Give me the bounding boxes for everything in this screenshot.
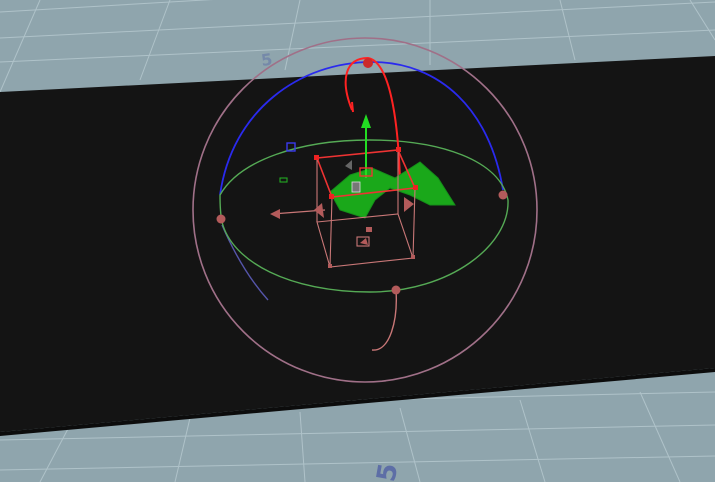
- right-ring-handle[interactable]: [498, 190, 508, 200]
- x-ring-tick: [351, 101, 354, 113]
- 3d-viewport[interactable]: 5 5: [0, 0, 715, 482]
- viewport-scene[interactable]: 5 5: [0, 0, 715, 482]
- bottom-ring-handle[interactable]: [391, 285, 401, 295]
- x-ring-handle[interactable]: [363, 58, 373, 68]
- left-ring-handle[interactable]: [216, 214, 226, 224]
